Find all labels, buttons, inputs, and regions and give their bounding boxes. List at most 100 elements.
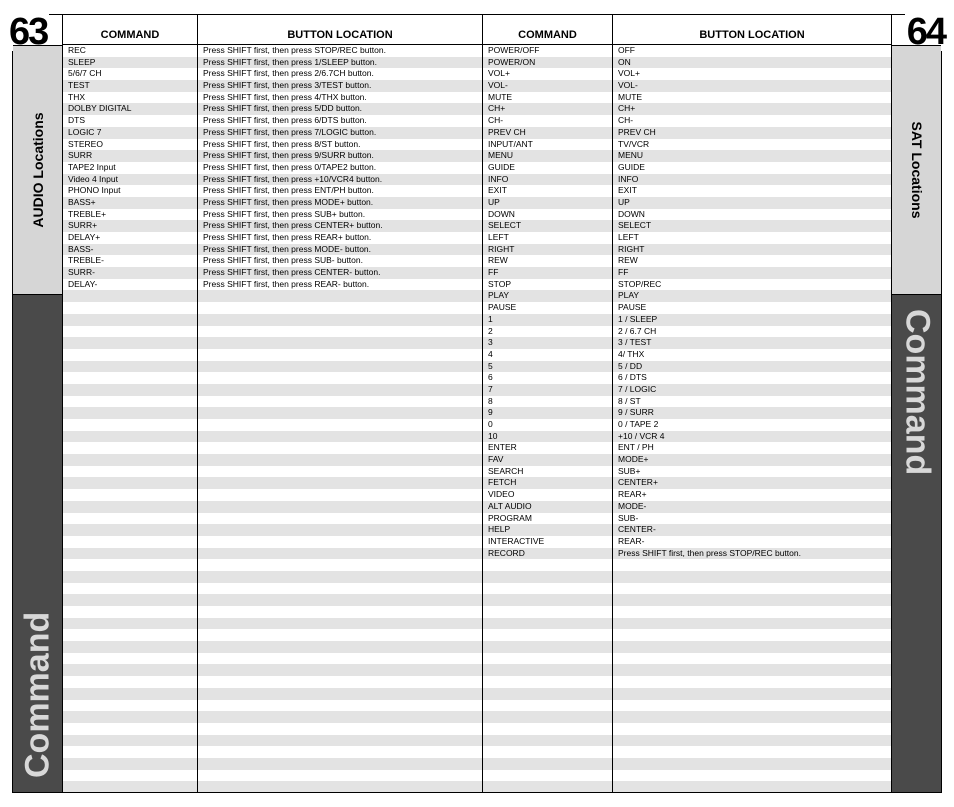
header-command-1: COMMAND xyxy=(63,15,198,44)
cell-button-right xyxy=(613,653,891,665)
cell-command-left xyxy=(63,314,198,326)
cell-button-right xyxy=(613,700,891,712)
cell-command-left: STEREO xyxy=(63,139,198,151)
cell-command-left xyxy=(63,513,198,525)
left-command-band: Command xyxy=(13,295,62,792)
cell-command-left xyxy=(63,384,198,396)
cell-button-right xyxy=(613,559,891,571)
table-row: FAVMODE+ xyxy=(63,454,891,466)
cell-command-right: 1 xyxy=(483,314,613,326)
cell-button-right: RIGHT xyxy=(613,244,891,256)
cell-button-left: Press SHIFT first, then press SUB+ butto… xyxy=(198,209,483,221)
cell-button-right: 9 / SURR xyxy=(613,407,891,419)
cell-button-right: REAR- xyxy=(613,536,891,548)
cell-button-left xyxy=(198,524,483,536)
cell-command-left xyxy=(63,372,198,384)
cell-button-right: REW xyxy=(613,255,891,267)
table-row: RECPress SHIFT first, then press STOP/RE… xyxy=(63,45,891,57)
cell-button-left: Press SHIFT first, then press REAR- butt… xyxy=(198,279,483,291)
table-row xyxy=(63,571,891,583)
table-row xyxy=(63,618,891,630)
cell-button-right: DOWN xyxy=(613,209,891,221)
cell-command-right: SEARCH xyxy=(483,466,613,478)
cell-button-left xyxy=(198,746,483,758)
cell-command-right: MUTE xyxy=(483,92,613,104)
left-section-label: AUDIO Locations xyxy=(30,112,46,227)
cell-button-right: SUB+ xyxy=(613,466,891,478)
cell-command-right xyxy=(483,688,613,700)
cell-command-left: SLEEP xyxy=(63,57,198,69)
cell-command-right: VIDEO xyxy=(483,489,613,501)
cell-command-right xyxy=(483,735,613,747)
cell-button-left: Press SHIFT first, then press REAR+ butt… xyxy=(198,232,483,244)
cell-command-left: TEST xyxy=(63,80,198,92)
cell-button-left xyxy=(198,513,483,525)
cell-command-left: SURR xyxy=(63,150,198,162)
cell-button-left: Press SHIFT first, then press 3/TEST but… xyxy=(198,80,483,92)
cell-button-left xyxy=(198,314,483,326)
cell-button-right: VOL- xyxy=(613,80,891,92)
table-row: LOGIC 7Press SHIFT first, then press 7/L… xyxy=(63,127,891,139)
table-row xyxy=(63,688,891,700)
cell-command-left: REC xyxy=(63,45,198,57)
cell-command-left xyxy=(63,735,198,747)
cell-button-right xyxy=(613,583,891,595)
table-row xyxy=(63,676,891,688)
cell-button-right: Press SHIFT first, then press STOP/REC b… xyxy=(613,548,891,560)
cell-button-right: VOL+ xyxy=(613,68,891,80)
table-row: INTERACTIVEREAR- xyxy=(63,536,891,548)
cell-button-right: 3 / TEST xyxy=(613,337,891,349)
cell-command-left xyxy=(63,594,198,606)
cell-command-left: SURR+ xyxy=(63,220,198,232)
table-row xyxy=(63,770,891,782)
table-row: FETCHCENTER+ xyxy=(63,477,891,489)
cell-command-left: LOGIC 7 xyxy=(63,127,198,139)
table-row: 44/ THX xyxy=(63,349,891,361)
table-row xyxy=(63,559,891,571)
table-row xyxy=(63,641,891,653)
cell-button-left: Press SHIFT first, then press SUB- butto… xyxy=(198,255,483,267)
cell-button-left xyxy=(198,431,483,443)
table-row: STEREOPress SHIFT first, then press 8/ST… xyxy=(63,139,891,151)
cell-command-right xyxy=(483,664,613,676)
cell-command-left xyxy=(63,489,198,501)
table-row: HELPCENTER- xyxy=(63,524,891,536)
cell-button-left xyxy=(198,489,483,501)
table-row xyxy=(63,629,891,641)
cell-command-left xyxy=(63,442,198,454)
cell-command-right xyxy=(483,559,613,571)
cell-button-left xyxy=(198,711,483,723)
cell-command-right: LEFT xyxy=(483,232,613,244)
cell-button-left xyxy=(198,302,483,314)
cell-command-left xyxy=(63,396,198,408)
cell-button-left xyxy=(198,758,483,770)
cell-command-right: INPUT/ANT xyxy=(483,139,613,151)
cell-command-left xyxy=(63,559,198,571)
cell-command-left xyxy=(63,700,198,712)
cell-command-right: MENU xyxy=(483,150,613,162)
cell-command-left: PHONO Input xyxy=(63,185,198,197)
cell-button-right: CH- xyxy=(613,115,891,127)
cell-command-right: UP xyxy=(483,197,613,209)
cell-button-right: EXIT xyxy=(613,185,891,197)
cell-command-left: DELAY- xyxy=(63,279,198,291)
cell-command-left xyxy=(63,419,198,431)
table-row: DOLBY DIGITALPress SHIFT first, then pre… xyxy=(63,103,891,115)
cell-button-right: 6 / DTS xyxy=(613,372,891,384)
header-button-1: BUTTON LOCATION xyxy=(198,15,483,44)
cell-button-left xyxy=(198,466,483,478)
cell-button-left xyxy=(198,559,483,571)
cell-command-right: 0 xyxy=(483,419,613,431)
cell-command-left xyxy=(63,431,198,443)
cell-command-left xyxy=(63,571,198,583)
cell-command-left xyxy=(63,290,198,302)
cell-command-right xyxy=(483,653,613,665)
cell-button-left: Press SHIFT first, then press 2/6.7CH bu… xyxy=(198,68,483,80)
cell-button-left xyxy=(198,396,483,408)
cell-command-right: RIGHT xyxy=(483,244,613,256)
cell-button-right xyxy=(613,606,891,618)
table-row: TESTPress SHIFT first, then press 3/TEST… xyxy=(63,80,891,92)
cell-button-left xyxy=(198,477,483,489)
cell-button-left: Press SHIFT first, then press 9/SURR but… xyxy=(198,150,483,162)
cell-command-left xyxy=(63,548,198,560)
